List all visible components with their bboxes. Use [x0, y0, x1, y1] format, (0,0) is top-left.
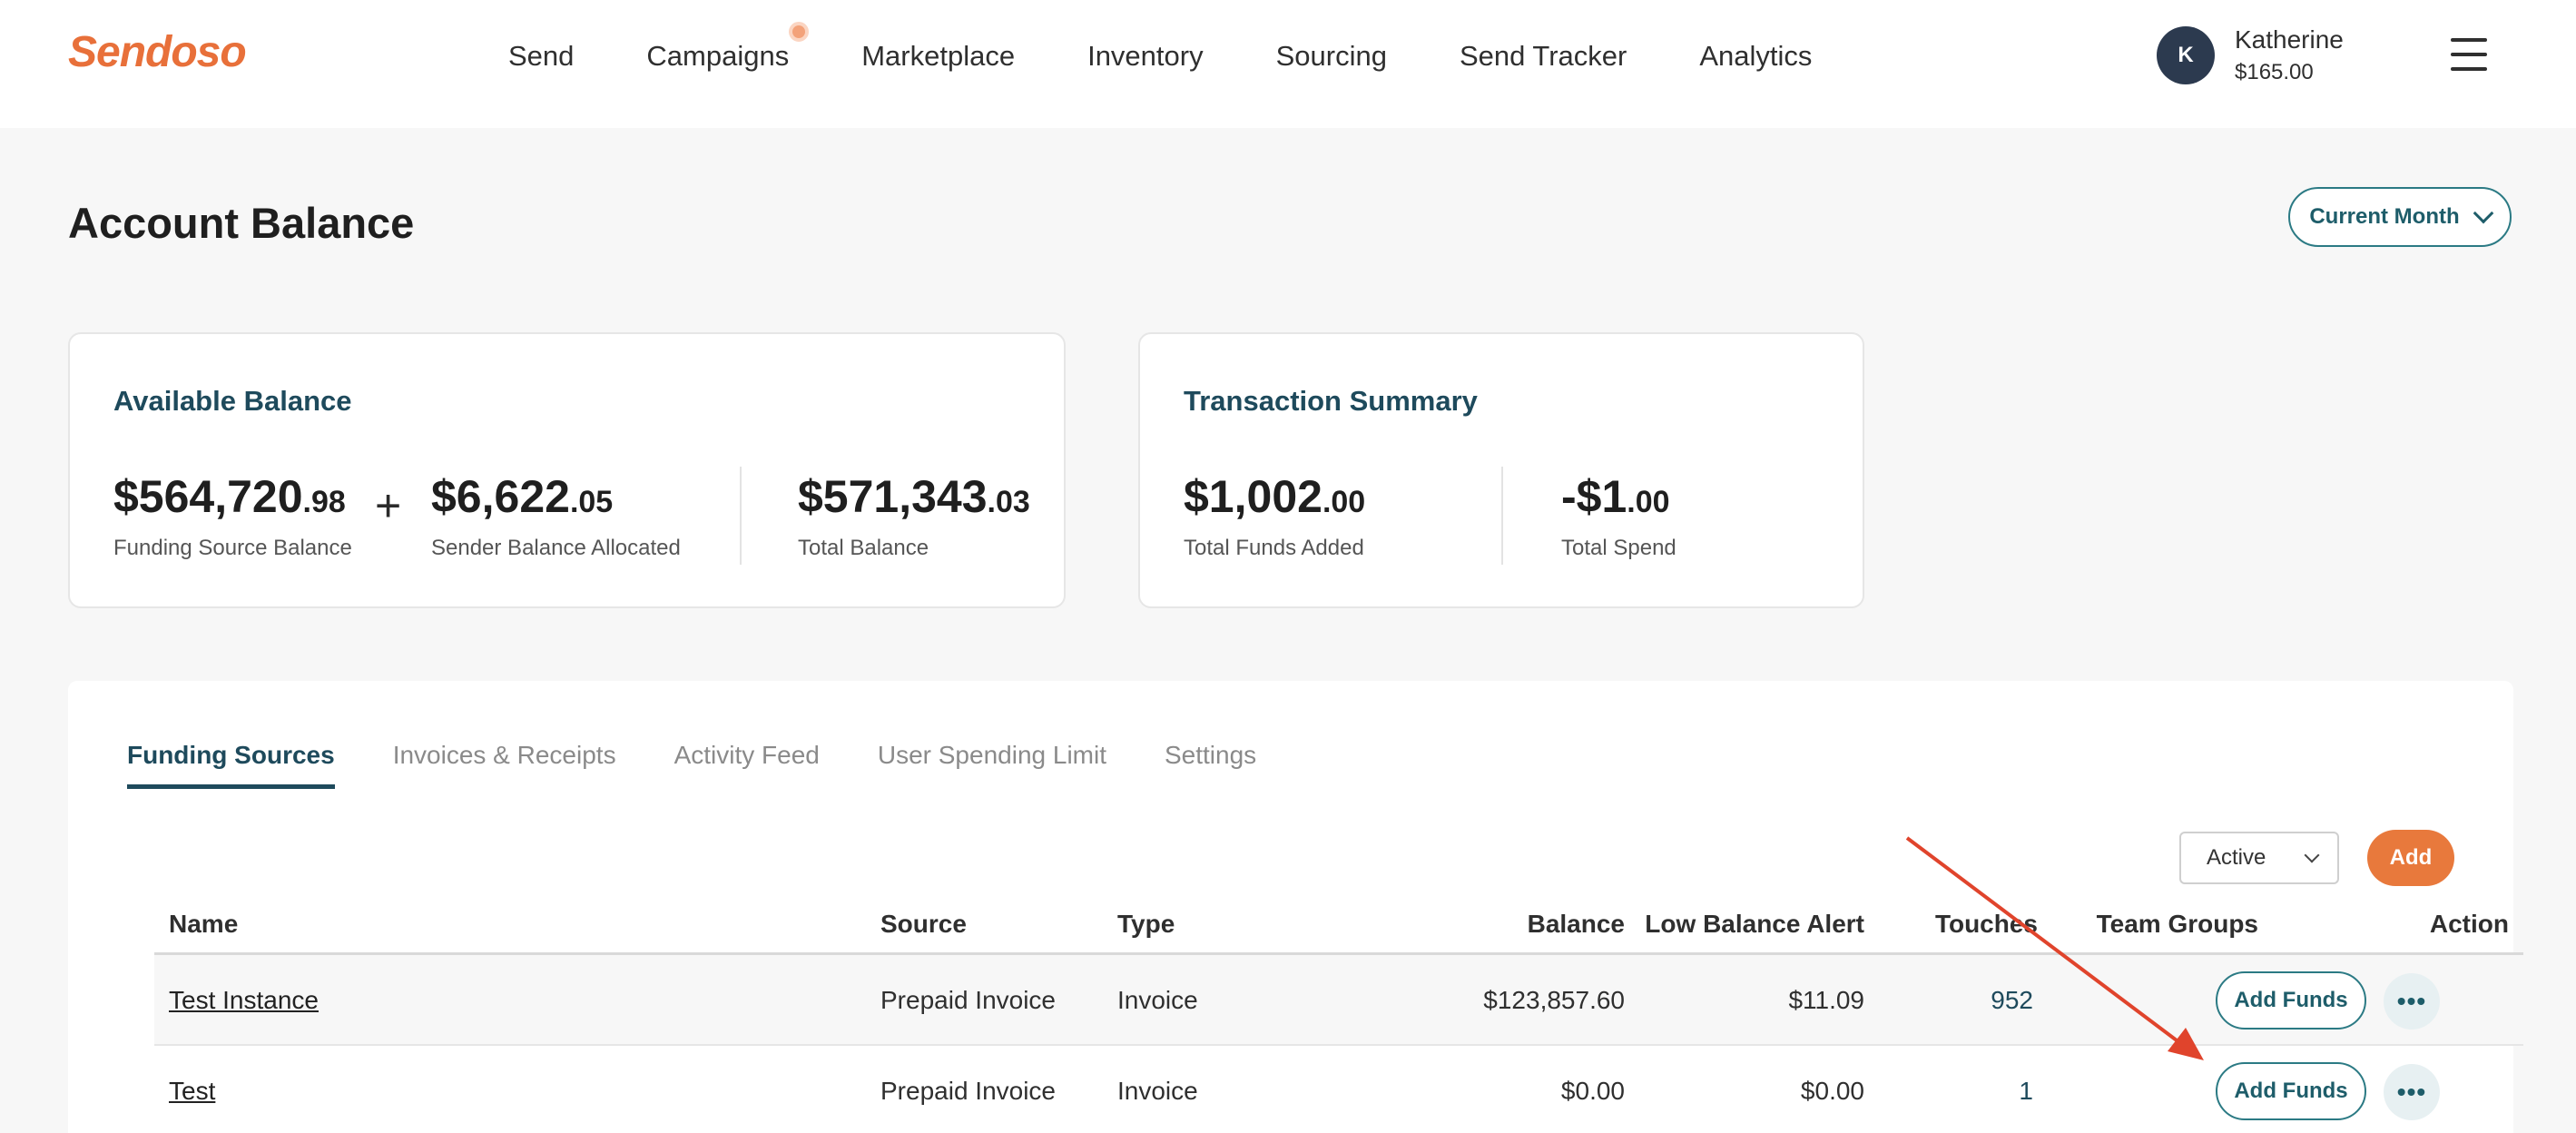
card-divider — [1501, 467, 1503, 565]
nav-campaigns[interactable]: Campaigns — [646, 22, 810, 73]
nav-marketplace[interactable]: Marketplace — [861, 40, 1015, 73]
chevron-down-icon — [2304, 847, 2320, 863]
nav-campaigns-label: Campaigns — [646, 40, 790, 72]
col-team-groups: Team Groups — [2096, 910, 2258, 938]
funding-source-balance-label: Funding Source Balance — [113, 536, 352, 560]
col-low-balance-alert: Low Balance Alert — [1645, 910, 1864, 938]
card-divider — [740, 467, 742, 565]
row-balance: $0.00 — [1560, 1077, 1625, 1105]
total-spend-label: Total Spend — [1561, 536, 1676, 560]
status-filter-select[interactable]: Active — [2179, 832, 2339, 884]
sender-balance-whole: $6,622 — [431, 471, 570, 522]
total-balance: $571,343.03 Total Balance — [798, 470, 1030, 561]
funding-source-balance-whole: $564,720 — [113, 471, 303, 522]
row-balance: $123,857.60 — [1483, 986, 1625, 1014]
nav-analytics[interactable]: Analytics — [1699, 40, 1812, 73]
funds-added-cents: .00 — [1322, 485, 1366, 519]
total-funds-added: $1,002.00 Total Funds Added — [1184, 470, 1365, 561]
tab-settings[interactable]: Settings — [1165, 741, 1256, 789]
total-balance-label: Total Balance — [798, 536, 929, 560]
col-touches: Touches — [1934, 910, 2038, 938]
row-name-link[interactable]: Test — [169, 1077, 215, 1106]
more-horizontal-icon[interactable]: ••• — [2384, 973, 2440, 1030]
period-dropdown[interactable]: Current Month — [2288, 187, 2512, 247]
funding-sources-table: Name Source Type Balance Low Balance Ale… — [154, 899, 2523, 1133]
available-balance-title: Available Balance — [113, 385, 352, 417]
funding-source-balance: $564,720.98 Funding Source Balance — [113, 470, 352, 561]
col-name: Name — [169, 910, 239, 938]
tab-funding-sources[interactable]: Funding Sources — [127, 741, 335, 789]
avatar: K — [2157, 26, 2215, 84]
row-low-balance-alert: $11.09 — [1788, 986, 1864, 1014]
row-name-link[interactable]: Test Instance — [169, 986, 319, 1015]
user-name: Katherine — [2235, 25, 2344, 54]
top-header: Sendoso Send Campaigns Marketplace Inven… — [0, 0, 2576, 128]
sender-balance-allocated: $6,622.05 Sender Balance Allocated — [431, 470, 681, 561]
chevron-down-icon — [2473, 202, 2493, 224]
row-touches: 1 — [2019, 1077, 2033, 1105]
table-row: Test Instance Prepaid Invoice Invoice $1… — [154, 955, 2523, 1046]
row-type: Invoice — [1117, 1077, 1198, 1105]
user-balance: $165.00 — [2235, 60, 2314, 84]
total-spend-whole: -$1 — [1561, 471, 1627, 522]
tab-user-spending-limit[interactable]: User Spending Limit — [878, 741, 1106, 789]
status-filter-value: Active — [2207, 845, 2266, 870]
funds-added-whole: $1,002 — [1184, 471, 1322, 522]
total-balance-whole: $571,343 — [798, 471, 988, 522]
plus-operator: + — [375, 480, 402, 531]
main-nav: Send Campaigns Marketplace Inventory Sou… — [508, 0, 1884, 113]
row-source: Prepaid Invoice — [880, 1077, 1057, 1105]
more-horizontal-icon[interactable]: ••• — [2384, 1064, 2440, 1120]
total-spend-cents: .00 — [1627, 485, 1670, 519]
sendoso-logo[interactable]: Sendoso — [68, 27, 247, 77]
col-type: Type — [1117, 910, 1175, 938]
tab-bar: Funding Sources Invoices & Receipts Acti… — [127, 741, 1314, 789]
page-title: Account Balance — [68, 199, 415, 247]
period-dropdown-label: Current Month — [2309, 204, 2460, 229]
table-row: Test Prepaid Invoice Invoice $0.00 $0.00… — [154, 1046, 2523, 1133]
nav-inventory[interactable]: Inventory — [1087, 40, 1204, 73]
table-header: Name Source Type Balance Low Balance Ale… — [154, 899, 2523, 955]
nav-send-tracker[interactable]: Send Tracker — [1460, 40, 1627, 73]
funding-source-balance-cents: .98 — [302, 485, 346, 519]
total-spend: -$1.00 Total Spend — [1561, 470, 1676, 561]
user-profile[interactable]: K Katherine $165.00 — [2157, 25, 2344, 85]
available-balance-card: Available Balance $564,720.98 Funding So… — [68, 332, 1066, 608]
user-info: Katherine $165.00 — [2235, 25, 2344, 85]
sender-balance-label: Sender Balance Allocated — [431, 536, 681, 560]
hamburger-icon[interactable] — [2451, 38, 2487, 71]
total-balance-cents: .03 — [987, 485, 1030, 519]
sender-balance-cents: .05 — [569, 485, 614, 519]
nav-send[interactable]: Send — [508, 40, 574, 73]
add-funds-button[interactable]: Add Funds — [2216, 1062, 2366, 1120]
transaction-summary-card: Transaction Summary $1,002.00 Total Fund… — [1138, 332, 1864, 608]
add-funding-source-button[interactable]: Add — [2367, 830, 2454, 886]
row-touches: 952 — [1991, 986, 2033, 1014]
col-balance: Balance — [1527, 910, 1625, 938]
col-source: Source — [880, 910, 967, 938]
col-action: Action — [2429, 910, 2509, 938]
tab-invoices-receipts[interactable]: Invoices & Receipts — [393, 741, 616, 789]
funds-added-label: Total Funds Added — [1184, 536, 1364, 560]
transaction-summary-title: Transaction Summary — [1184, 385, 1478, 417]
notification-dot-icon — [789, 22, 810, 42]
nav-sourcing[interactable]: Sourcing — [1276, 40, 1387, 73]
row-type: Invoice — [1117, 986, 1198, 1014]
tab-activity-feed[interactable]: Activity Feed — [674, 741, 820, 789]
row-low-balance-alert: $0.00 — [1800, 1077, 1864, 1105]
add-funds-button[interactable]: Add Funds — [2216, 971, 2366, 1030]
row-source: Prepaid Invoice — [880, 986, 1057, 1014]
